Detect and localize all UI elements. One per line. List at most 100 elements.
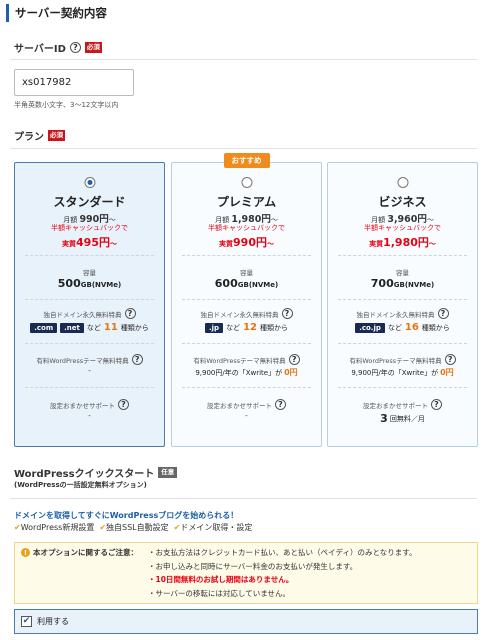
divider xyxy=(338,343,467,344)
notice-title: ! 本オプションに関するご注意： xyxy=(21,547,138,558)
theme-label: 有料WordPressテーマ無料特典? xyxy=(15,354,164,365)
section-title: サーバー契約内容 xyxy=(6,4,107,22)
domain-tag: .net xyxy=(60,322,84,333)
required-badge: 必須 xyxy=(84,42,102,53)
storage-value: 500GB(NVMe) xyxy=(57,277,122,290)
feature-item: ✔WordPress新規設置 xyxy=(14,523,95,532)
help-icon[interactable]: ? xyxy=(281,308,293,319)
server-id-input[interactable] xyxy=(14,69,134,96)
notice-item: サーバーの移転には対応していません。 xyxy=(148,587,417,601)
optional-badge: 任意 xyxy=(158,467,178,478)
divider xyxy=(25,255,154,256)
quick-start-label: WordPressクイックスタート xyxy=(14,469,155,480)
storage-label: 容量 xyxy=(83,269,96,277)
domain-label: 独自ドメイン永久無料特典? xyxy=(172,308,321,319)
divider xyxy=(338,387,467,388)
support-label: 設定おまかせサポート? xyxy=(15,399,164,410)
plan-radio-standard[interactable] xyxy=(84,177,95,188)
cashback-text: 半額キャッシュバックで xyxy=(51,224,128,232)
feature-item: ✔独自SSL自動設定 xyxy=(99,523,169,532)
divider xyxy=(10,148,477,149)
server-id-label: サーバーID xyxy=(14,44,66,55)
quick-start-lead: ドメインを取得してすぐにWordPressブログを始められる！ xyxy=(14,511,239,520)
feature-item: ✔ドメイン取得・設定 xyxy=(173,523,253,532)
help-icon[interactable]: ? xyxy=(431,399,442,410)
theme-value: 9,900円/年の「Xwrite」が 0円 xyxy=(351,368,454,377)
quick-start-label-row: WordPressクイックスタート 任意 xyxy=(14,465,178,480)
divider xyxy=(182,299,311,300)
use-label: 利用する xyxy=(37,617,69,626)
storage-label: 容量 xyxy=(396,269,409,277)
theme-label: 有料WordPressテーマ無料特典? xyxy=(328,354,477,365)
support-label: 設定おまかせサポート? xyxy=(328,399,477,410)
help-icon[interactable]: ? xyxy=(275,399,286,410)
cashback-text: 半額キャッシュバックで xyxy=(364,224,441,232)
support-value: - xyxy=(245,412,248,420)
theme-value: - xyxy=(88,367,91,375)
page: サーバー契約内容 サーバーID ? 必須 半角英数小文字、3～12文字以内 プラ… xyxy=(0,0,487,640)
storage-label: 容量 xyxy=(240,269,253,277)
theme-value: 9,900円/年の「Xwrite」が 0円 xyxy=(195,368,298,377)
real-price: 実質1,980円～ xyxy=(369,236,436,249)
storage-value: 600GB(NVMe) xyxy=(214,277,279,290)
storage-value: 700GB(NVMe) xyxy=(370,277,435,290)
plan-name: スタンダード xyxy=(53,195,126,209)
cashback-text: 半額キャッシュバックで xyxy=(208,224,285,232)
help-icon[interactable]: ? xyxy=(118,399,129,410)
divider xyxy=(338,299,467,300)
divider xyxy=(25,387,154,388)
divider xyxy=(25,343,154,344)
support-label: 設定おまかせサポート? xyxy=(172,399,321,410)
server-id-label-row: サーバーID ? 必須 xyxy=(14,40,102,55)
domain-label: 独自ドメイン永久無料特典? xyxy=(328,308,477,319)
plan-name: プレミアム xyxy=(216,195,277,209)
notice-box: !本オプションに関するご注意： お支払方法はクレジットカード払い、あと払い（ペイ… xyxy=(14,542,478,604)
recommended-badge: おすすめ xyxy=(223,153,270,168)
plan-radio-business[interactable] xyxy=(397,177,408,188)
plan-card-premium[interactable]: おすすめ プレミアム 月額 1,980円～ 半額キャッシュバックで 実質990円… xyxy=(171,153,322,447)
quick-start-desc: (WordPressの一括設定無料オプション) xyxy=(14,481,147,489)
required-badge: 必須 xyxy=(48,130,65,141)
help-icon[interactable]: ? xyxy=(288,354,300,365)
plan-label-row: プラン 必須 xyxy=(14,128,65,143)
divider xyxy=(182,255,311,256)
notice-list: お支払方法はクレジットカード払い、あと払い（ペイディ）のみとなります。 お申し込… xyxy=(148,546,417,600)
check-icon: ✔ xyxy=(14,523,21,532)
domain-value: .co.jp など 16 種類から xyxy=(328,322,477,333)
divider xyxy=(182,387,311,388)
plan-radio-premium[interactable] xyxy=(241,177,252,188)
plan-card-standard[interactable]: スタンダード 月額 990円～ 半額キャッシュバックで 実質495円～ 容量 5… xyxy=(14,162,165,447)
support-value: 3 回無料／月 xyxy=(380,412,425,425)
server-id-hint: 半角英数小文字、3～12文字以内 xyxy=(14,101,119,109)
domain-tag: .co.jp xyxy=(355,322,385,333)
support-value: - xyxy=(88,412,91,420)
feature-list: ✔WordPress新規設置 ✔独自SSL自動設定 ✔ドメイン取得・設定 xyxy=(14,522,252,533)
warning-icon: ! xyxy=(21,548,30,557)
real-price: 実質495円～ xyxy=(62,236,117,249)
real-price: 実質990円～ xyxy=(219,236,274,249)
help-icon[interactable]: ? xyxy=(69,42,81,53)
domain-label: 独自ドメイン永久無料特典? xyxy=(15,308,164,319)
notice-item: 10日間無料のお試し期間はありません。 xyxy=(148,573,417,587)
divider xyxy=(182,343,311,344)
help-icon[interactable]: ? xyxy=(124,308,136,319)
notice-item: お申し込みと同時にサーバー料金のお支払いが発生します。 xyxy=(148,560,417,574)
domain-value: .com .net など 11 種類から xyxy=(15,322,164,333)
domain-tag: .com xyxy=(30,322,58,333)
plan-label: プラン xyxy=(14,132,44,143)
use-checkbox[interactable]: ✔ xyxy=(21,616,32,627)
help-icon[interactable]: ? xyxy=(131,354,143,365)
divider xyxy=(25,299,154,300)
divider xyxy=(10,498,477,499)
theme-label: 有料WordPressテーマ無料特典? xyxy=(172,354,321,365)
divider xyxy=(338,255,467,256)
domain-value: .jp など 12 種類から xyxy=(172,322,321,333)
notice-item: お支払方法はクレジットカード払い、あと払い（ペイディ）のみとなります。 xyxy=(148,546,417,560)
plan-card-business[interactable]: ビジネス 月額 3,960円～ 半額キャッシュバックで 実質1,980円～ 容量… xyxy=(327,162,478,447)
divider xyxy=(10,59,477,60)
domain-tag: .jp xyxy=(205,322,224,333)
use-option-row[interactable]: ✔ 利用する xyxy=(14,609,478,634)
plan-name: ビジネス xyxy=(378,195,427,209)
help-icon[interactable]: ? xyxy=(437,308,449,319)
help-icon[interactable]: ? xyxy=(444,354,456,365)
